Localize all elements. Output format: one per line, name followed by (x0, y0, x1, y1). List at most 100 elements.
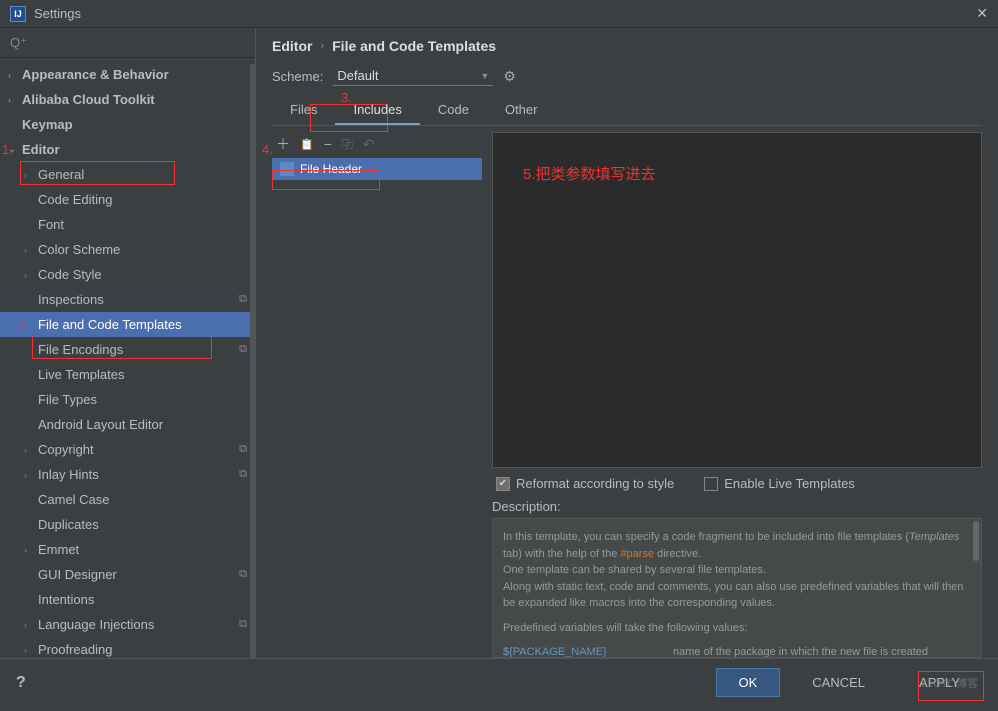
desc-scrollbar[interactable] (973, 521, 979, 655)
ok-button[interactable]: OK (716, 668, 781, 697)
tree-arrow-icon: › (8, 95, 22, 105)
sidebar-item-label: Inlay Hints (38, 467, 99, 482)
tab-other[interactable]: Other (487, 96, 556, 125)
tree-arrow-icon: › (24, 545, 38, 555)
reformat-check[interactable]: Reformat according to style (496, 476, 674, 491)
scrollbar[interactable] (250, 64, 255, 658)
live-templates-check[interactable]: Enable Live Templates (704, 476, 855, 491)
tab-includes[interactable]: Includes (335, 96, 419, 125)
titlebar: IJ Settings ✕ (0, 0, 998, 28)
undo-icon[interactable]: ↶ (363, 136, 375, 153)
help-icon[interactable]: ? (16, 674, 26, 692)
sidebar-item-label: File Encodings (38, 342, 123, 357)
breadcrumb: Editor › File and Code Templates (272, 38, 982, 54)
checkbox-checked-icon (496, 477, 510, 491)
sidebar-item-label: Editor (22, 142, 60, 157)
sidebar-item-label: Live Templates (38, 367, 124, 382)
tree-arrow-icon: › (24, 270, 38, 280)
live-label: Enable Live Templates (724, 476, 855, 491)
tree-arrow-icon: › (24, 645, 38, 655)
sidebar-item-emmet[interactable]: ›Emmet (0, 537, 255, 562)
sidebar-item-label: Code Style (38, 267, 102, 282)
sidebar-item-proofreading[interactable]: ›Proofreading (0, 637, 255, 658)
close-icon[interactable]: ✕ (976, 5, 988, 22)
window-title: Settings (34, 6, 976, 21)
sidebar-item-font[interactable]: Font (0, 212, 255, 237)
description-box: In this template, you can specify a code… (492, 518, 982, 658)
reformat-label: Reformat according to style (516, 476, 674, 491)
tree-arrow-icon: › (24, 470, 38, 480)
search-icon[interactable]: Q⁺ (10, 35, 27, 51)
sidebar-item-color-scheme[interactable]: ›Color Scheme (0, 237, 255, 262)
sidebar-item-general[interactable]: ›General (0, 162, 255, 187)
template-toolbar: ＋ 📋 − ⿻ ↶ (272, 132, 482, 156)
sidebar-item-gui-designer[interactable]: GUI Designer⧉ (0, 562, 255, 587)
sidebar-item-file-and-code-templates[interactable]: File and Code Templates (0, 312, 255, 337)
sidebar-item-copyright[interactable]: ›Copyright⧉ (0, 437, 255, 462)
project-scope-icon: ⧉ (239, 468, 247, 481)
project-scope-icon: ⧉ (239, 293, 247, 306)
sidebar-item-file-types[interactable]: File Types (0, 387, 255, 412)
sidebar-item-label: General (38, 167, 84, 182)
editor-panel: 5.把类参数填写进去 Reformat according to style E… (492, 132, 982, 658)
sidebar-item-label: Emmet (38, 542, 79, 557)
add-icon[interactable]: ＋ (276, 134, 290, 154)
cancel-button[interactable]: CANCEL (790, 669, 887, 696)
project-scope-icon: ⧉ (239, 568, 247, 581)
sidebar-item-inlay-hints[interactable]: ›Inlay Hints ⧉ (0, 462, 255, 487)
sidebar-item-label: File and Code Templates (38, 317, 182, 332)
main-panel: Editor › File and Code Templates Scheme:… (256, 28, 998, 658)
breadcrumb-leaf: File and Code Templates (332, 38, 496, 54)
project-scope-icon: ⧉ (239, 343, 247, 356)
remove-icon[interactable]: − (324, 136, 332, 152)
scheme-label: Scheme: (272, 69, 323, 84)
sidebar-item-label: Code Editing (38, 192, 112, 207)
template-editor[interactable]: 5.把类参数填写进去 (492, 132, 982, 468)
gear-icon[interactable]: ⚙ (503, 68, 516, 85)
template-item-label: File Header (300, 162, 362, 176)
add-copy-icon[interactable]: 📋 (300, 138, 314, 151)
template-list[interactable]: File Header (272, 158, 482, 658)
sidebar-item-android-layout-editor[interactable]: Android Layout Editor (0, 412, 255, 437)
sidebar-item-editor[interactable]: ⌄Editor (0, 137, 255, 162)
sidebar-item-label: Font (38, 217, 64, 232)
copy-icon[interactable]: ⿻ (342, 136, 353, 152)
scheme-row: Scheme: Default ▼ ⚙ (272, 66, 982, 86)
sidebar-item-keymap[interactable]: Keymap (0, 112, 255, 137)
sidebar-item-file-encodings[interactable]: File Encodings ⧉ (0, 337, 255, 362)
sidebar-item-language-injections[interactable]: ›Language Injections⧉ (0, 612, 255, 637)
tree-arrow-icon: › (24, 245, 38, 255)
tree-arrow-icon: › (8, 70, 22, 80)
project-scope-icon: ⧉ (239, 443, 247, 456)
sidebar-item-label: Camel Case (38, 492, 110, 507)
tab-files[interactable]: Files (272, 96, 335, 125)
sidebar-item-inspections[interactable]: Inspections⧉ (0, 287, 255, 312)
tree-arrow-icon: ⌄ (8, 144, 22, 155)
settings-tree[interactable]: ›Appearance & Behavior›Alibaba Cloud Too… (0, 58, 255, 658)
sidebar-item-label: Keymap (22, 117, 73, 132)
sidebar-item-live-templates[interactable]: Live Templates (0, 362, 255, 387)
tab-code[interactable]: Code (420, 96, 487, 125)
template-item-file-header[interactable]: File Header (272, 158, 482, 180)
sidebar-item-alibaba-cloud-toolkit[interactable]: ›Alibaba Cloud Toolkit (0, 87, 255, 112)
sidebar-item-code-editing[interactable]: Code Editing (0, 187, 255, 212)
sidebar-item-label: Proofreading (38, 642, 112, 657)
breadcrumb-root[interactable]: Editor (272, 38, 312, 54)
sidebar-item-code-style[interactable]: ›Code Style (0, 262, 255, 287)
app-icon: IJ (10, 6, 26, 22)
tree-arrow-icon: › (24, 170, 38, 180)
sidebar-item-label: Language Injections (38, 617, 154, 632)
scheme-select[interactable]: Default ▼ (333, 66, 493, 86)
checkbox-icon (704, 477, 718, 491)
project-scope-icon: ⧉ (239, 618, 247, 631)
sidebar-item-label: Alibaba Cloud Toolkit (22, 92, 155, 107)
sidebar-item-duplicates[interactable]: Duplicates (0, 512, 255, 537)
description-label: Description: (492, 499, 982, 514)
sidebar-item-intentions[interactable]: Intentions (0, 587, 255, 612)
sidebar-item-label: Copyright (38, 442, 94, 457)
search-row: Q⁺ (0, 28, 255, 58)
sidebar-item-appearance-behavior[interactable]: ›Appearance & Behavior (0, 62, 255, 87)
sidebar-item-camel-case[interactable]: Camel Case (0, 487, 255, 512)
template-panel: ＋ 📋 − ⿻ ↶ 4. File Header (272, 132, 482, 658)
watermark: 51CTO博客 (921, 675, 978, 691)
